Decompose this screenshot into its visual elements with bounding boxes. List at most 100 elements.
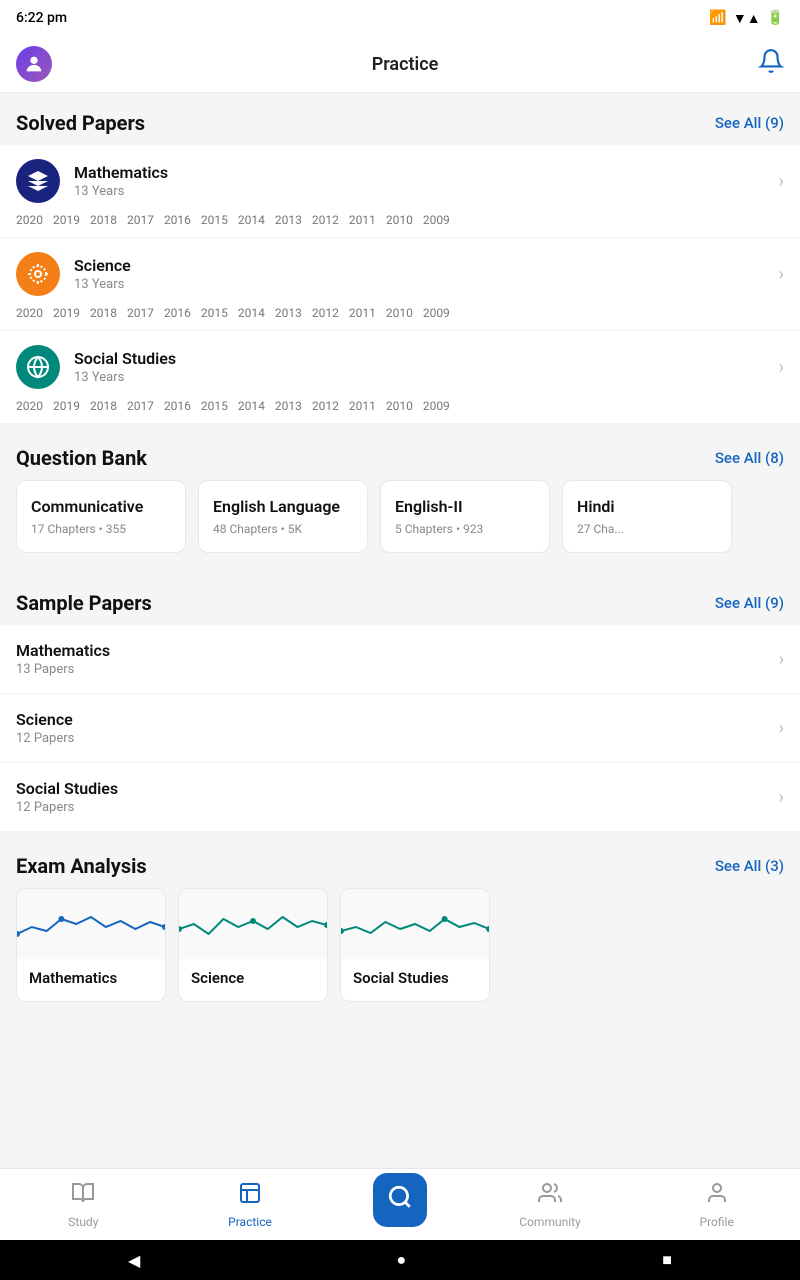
practice-label: Practice — [228, 1215, 272, 1229]
qbank-card-english-lang[interactable]: English Language 48 Chapters • 5K — [198, 480, 368, 553]
exam-math-chart — [17, 889, 165, 959]
android-back[interactable]: ◀ — [128, 1251, 140, 1270]
exam-analysis-section: Exam Analysis See All (3) Mathematics — [0, 836, 800, 1018]
qbank-card-hindi[interactable]: Hindi 27 Cha... — [562, 480, 732, 553]
android-nav: ◀ ● ■ — [0, 1240, 800, 1280]
solved-social-subtitle: 13 Years — [74, 370, 176, 385]
sample-science[interactable]: Science 12 Papers › — [0, 694, 800, 763]
wifi-icon: ▼▲ — [733, 10, 761, 27]
android-recent[interactable]: ■ — [662, 1250, 672, 1270]
exam-card-science[interactable]: Science — [178, 888, 328, 1002]
math-subject-icon — [16, 159, 60, 203]
solved-papers-header: Solved Papers See All (9) — [0, 93, 800, 145]
sample-papers-see-all[interactable]: See All (9) — [715, 594, 784, 612]
social-subject-icon — [16, 345, 60, 389]
qbank-communicative-details: 17 Chapters • 355 — [31, 522, 171, 536]
main-content: Solved Papers See All (9) Mathematics 13… — [0, 93, 800, 1102]
community-icon — [538, 1181, 562, 1211]
android-home[interactable]: ● — [396, 1250, 406, 1270]
status-time: 6:22 pm — [16, 10, 67, 26]
exam-science-chart — [179, 889, 327, 959]
question-bank-section: Question Bank See All (8) Communicative … — [0, 428, 800, 569]
sample-social[interactable]: Social Studies 12 Papers › — [0, 763, 800, 832]
solved-papers-section: Solved Papers See All (9) Mathematics 13… — [0, 93, 800, 424]
exam-social-label: Social Studies — [341, 959, 489, 1001]
exam-card-math[interactable]: Mathematics — [16, 888, 166, 1002]
sample-social-chevron: › — [779, 787, 784, 808]
page-title: Practice — [372, 54, 439, 75]
status-bar: 6:22 pm 📶 ▼▲ 🔋 — [0, 0, 800, 36]
sample-papers-header: Sample Papers See All (9) — [0, 573, 800, 625]
solved-science-years: 2020 2019 2018 2017 2016 2015 2014 2013 … — [16, 306, 784, 320]
signal-icon: 📶 — [709, 10, 726, 26]
sample-papers-list: Mathematics 13 Papers › Science 12 Paper… — [0, 625, 800, 832]
solved-social-chevron: › — [779, 357, 784, 378]
sample-papers-section: Sample Papers See All (9) Mathematics 13… — [0, 573, 800, 832]
exam-analysis-header: Exam Analysis See All (3) — [0, 836, 800, 888]
qbank-english-lang-name: English Language — [213, 497, 353, 516]
status-icons: 📶 ▼▲ 🔋 — [709, 10, 784, 27]
study-label: Study — [68, 1215, 98, 1229]
search-button[interactable] — [373, 1173, 427, 1227]
sample-social-papers: 12 Papers — [16, 800, 118, 815]
profile-icon — [705, 1181, 729, 1211]
community-label: Community — [519, 1215, 580, 1229]
exam-analysis-list: Mathematics Science — [0, 888, 800, 1018]
exam-analysis-see-all[interactable]: See All (3) — [715, 857, 784, 875]
practice-icon — [238, 1181, 262, 1211]
qbank-card-communicative[interactable]: Communicative 17 Chapters • 355 — [16, 480, 186, 553]
sample-math[interactable]: Mathematics 13 Papers › — [0, 625, 800, 694]
nav-practice[interactable]: Practice — [167, 1169, 334, 1240]
solved-papers-title: Solved Papers — [16, 111, 145, 135]
sample-math-papers: 13 Papers — [16, 662, 110, 677]
sample-math-name: Mathematics — [16, 641, 110, 660]
exam-social-chart — [341, 889, 489, 959]
nav-search[interactable] — [333, 1169, 466, 1240]
exam-analysis-title: Exam Analysis — [16, 854, 147, 878]
question-bank-see-all[interactable]: See All (8) — [715, 449, 784, 467]
question-bank-header: Question Bank See All (8) — [0, 428, 800, 480]
solved-social-years: 2020 2019 2018 2017 2016 2015 2014 2013 … — [16, 399, 784, 413]
solved-math-subtitle: 13 Years — [74, 184, 168, 199]
exam-card-social[interactable]: Social Studies — [340, 888, 490, 1002]
solved-paper-social[interactable]: Social Studies 13 Years › 2020 2019 2018… — [0, 331, 800, 424]
solved-science-chevron: › — [779, 264, 784, 285]
nav-study[interactable]: Study — [0, 1169, 167, 1240]
solved-math-chevron: › — [779, 171, 784, 192]
qbank-english-lang-details: 48 Chapters • 5K — [213, 522, 353, 536]
nav-community[interactable]: Community — [467, 1169, 634, 1240]
exam-math-label: Mathematics — [17, 959, 165, 1001]
sample-social-name: Social Studies — [16, 779, 118, 798]
solved-social-name: Social Studies — [74, 349, 176, 368]
qbank-english-ii-name: English-II — [395, 497, 535, 516]
battery-icon: 🔋 — [767, 10, 784, 26]
question-bank-title: Question Bank — [16, 446, 147, 470]
profile-label: Profile — [700, 1215, 734, 1229]
qbank-communicative-name: Communicative — [31, 497, 171, 516]
search-icon — [387, 1184, 413, 1216]
solved-science-name: Science — [74, 256, 131, 275]
exam-science-label: Science — [179, 959, 327, 1001]
sample-science-papers: 12 Papers — [16, 731, 74, 746]
bottom-nav: Study Practice Community Profile — [0, 1168, 800, 1240]
top-nav: Practice — [0, 36, 800, 93]
solved-papers-list: Mathematics 13 Years › 2020 2019 2018 20… — [0, 145, 800, 424]
notification-bell-icon[interactable] — [758, 48, 784, 80]
science-subject-icon — [16, 252, 60, 296]
avatar[interactable] — [16, 46, 52, 82]
qbank-hindi-details: 27 Cha... — [577, 522, 717, 536]
sample-papers-title: Sample Papers — [16, 591, 152, 615]
sample-math-chevron: › — [779, 649, 784, 670]
solved-papers-see-all[interactable]: See All (9) — [715, 114, 784, 132]
qbank-hindi-name: Hindi — [577, 497, 717, 516]
study-icon — [71, 1181, 95, 1211]
solved-science-subtitle: 13 Years — [74, 277, 131, 292]
solved-paper-science[interactable]: Science 13 Years › 2020 2019 2018 2017 2… — [0, 238, 800, 331]
qbank-english-ii-details: 5 Chapters • 923 — [395, 522, 535, 536]
solved-paper-math[interactable]: Mathematics 13 Years › 2020 2019 2018 20… — [0, 145, 800, 238]
nav-profile[interactable]: Profile — [633, 1169, 800, 1240]
qbank-card-english-ii[interactable]: English-II 5 Chapters • 923 — [380, 480, 550, 553]
question-bank-list: Communicative 17 Chapters • 355 English … — [0, 480, 800, 569]
solved-math-name: Mathematics — [74, 163, 168, 182]
sample-science-name: Science — [16, 710, 74, 729]
